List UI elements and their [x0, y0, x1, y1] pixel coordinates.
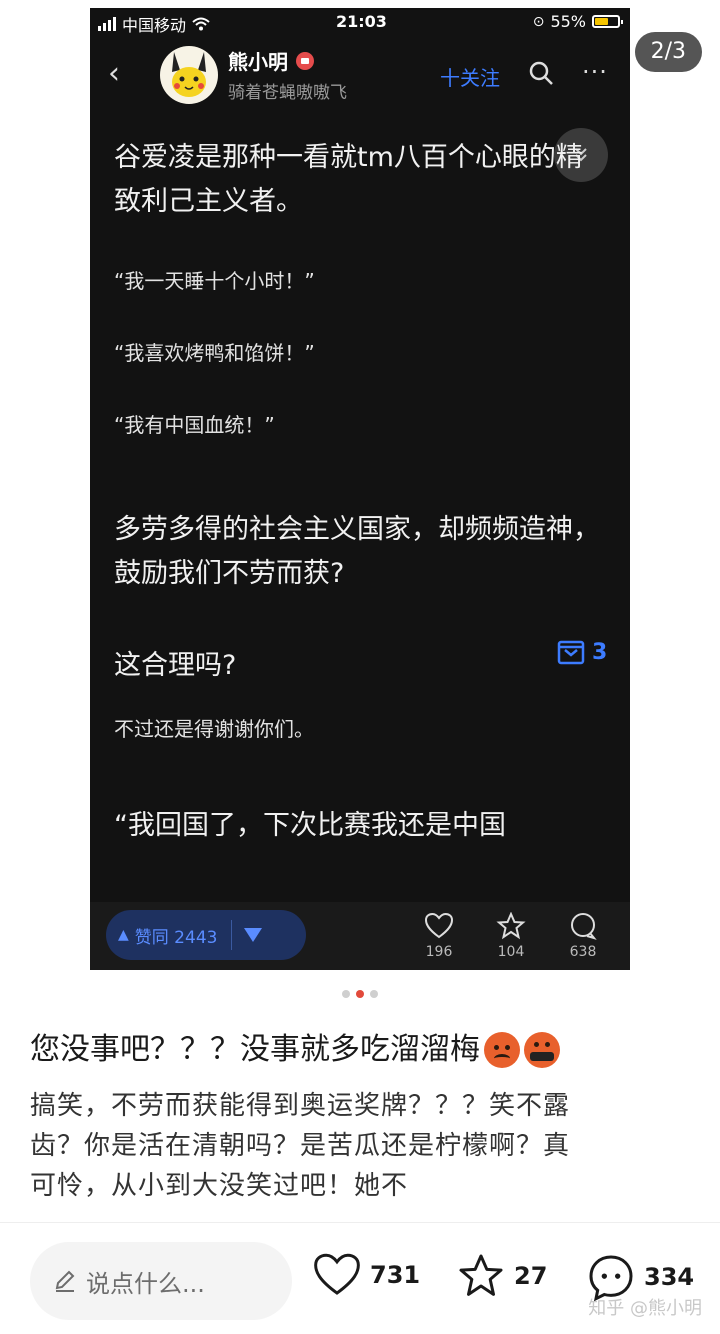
- source-watermark: 知乎 @熊小明: [588, 1298, 702, 1319]
- upvote-label: 赞同 2443: [134, 927, 218, 948]
- follow-button[interactable]: 十关注: [440, 62, 500, 91]
- collection-count: 3: [592, 639, 608, 665]
- downvote-button[interactable]: [244, 928, 263, 942]
- heart-icon: [424, 912, 454, 939]
- star-icon: [496, 912, 526, 940]
- answer-paragraph: 不过还是得谢谢你们。: [114, 717, 314, 741]
- angry-face-icon: [484, 1032, 520, 1068]
- search-icon[interactable]: [528, 60, 554, 86]
- carousel-indicator: [0, 990, 720, 998]
- bottom-action-bar: 说点什么... 731 27 334 知乎 @熊小明: [0, 1236, 720, 1334]
- status-bar: 中国移动 21:03 ⊙ 55%: [90, 8, 630, 38]
- like-button[interactable]: 731: [312, 1252, 420, 1298]
- favorite-count: 104: [497, 944, 525, 960]
- comment-count: 638: [569, 944, 597, 960]
- post-body: 搞笑，不劳而获能得到奥运奖牌？？？笑不露齿？你是活在清朝吗？是苦瓜还是柠檬啊？真…: [30, 1091, 571, 1201]
- comment-bubble-icon: [571, 913, 597, 940]
- answer-paragraph: 这合理吗?: [114, 650, 237, 681]
- image-page-counter: 2/3: [634, 32, 702, 72]
- answer-paragraph: “我回国了，下次比赛我还是中国: [114, 810, 506, 841]
- answer-header: ‹ 熊小明 骑着苍蝇嗷嗷飞 十关注 ···: [90, 38, 630, 108]
- vote-divider: [231, 920, 233, 950]
- pikachu-avatar-icon: [172, 52, 206, 97]
- author-signature: 骑着苍蝇嗷嗷飞: [228, 83, 347, 103]
- answer-paragraph: “我喜欢烤鸭和馅饼！”: [114, 341, 315, 365]
- author-avatar[interactable]: [160, 46, 218, 104]
- comment-count: 334: [644, 1263, 695, 1291]
- vote-control: ▲ 赞同 2443: [106, 910, 306, 960]
- answer-paragraph: “我一天睡十个小时！”: [114, 269, 315, 293]
- comment-action[interactable]: 638: [558, 912, 608, 960]
- battery-percent: 55%: [550, 12, 586, 31]
- wifi-icon: [192, 17, 210, 31]
- post-title: 您没事吧？？？没事就多吃溜溜梅: [30, 1028, 560, 1072]
- answer-action-bar: ▲ 赞同 2443 196 104 638: [90, 902, 630, 970]
- like-action[interactable]: 196: [414, 912, 464, 960]
- author-name: 熊小明: [228, 50, 288, 74]
- answer-paragraph: “我有中国血统！”: [114, 413, 275, 437]
- embedded-screenshot[interactable]: 中国移动 21:03 ⊙ 55% ‹ 熊小明 骑着苍蝇嗷嗷飞 十关注 ··· 谷…: [90, 8, 630, 970]
- carrier-label: 中国移动: [122, 16, 187, 35]
- comment-input[interactable]: 说点什么...: [30, 1242, 292, 1320]
- answer-paragraph: 谷爱凌是那种一看就tm八百个心眼的精致利己主义者。: [114, 142, 583, 217]
- back-arrow-icon[interactable]: ‹: [108, 56, 120, 91]
- like-count: 731: [370, 1261, 421, 1289]
- cursing-face-icon: [524, 1032, 560, 1068]
- favorite-count: 27: [514, 1262, 548, 1290]
- battery-icon: [592, 15, 623, 28]
- author-name-row[interactable]: 熊小明: [228, 46, 314, 75]
- favorite-button[interactable]: 27: [456, 1252, 547, 1300]
- upvote-button[interactable]: ▲ 赞同 2443: [106, 923, 217, 948]
- status-time: 21:03: [336, 12, 387, 31]
- heart-icon: [314, 1253, 360, 1295]
- carousel-dot[interactable]: [342, 990, 350, 998]
- footer-divider: [0, 1222, 720, 1223]
- like-count: 196: [425, 944, 453, 960]
- post-title-text: 您没事吧？？？没事就多吃溜溜梅: [30, 1032, 480, 1067]
- verified-badge-icon: [296, 51, 314, 70]
- answer-paragraph: 多劳多得的社会主义国家，却频频造神，鼓励我们不劳而获?: [114, 514, 600, 589]
- pencil-icon: [55, 1270, 75, 1292]
- carousel-dot[interactable]: [370, 990, 378, 998]
- more-options-icon[interactable]: ···: [582, 58, 608, 86]
- collection-box-icon: [557, 640, 585, 665]
- favorite-collection-button[interactable]: 3: [556, 638, 607, 666]
- signal-icon: [98, 17, 116, 31]
- comment-placeholder: 说点什么...: [86, 1269, 205, 1298]
- rotation-lock-icon: ⊙: [532, 13, 545, 30]
- triangle-up-icon: ▲: [118, 927, 129, 943]
- carousel-dot-active[interactable]: [356, 990, 364, 998]
- star-icon: [459, 1254, 503, 1296]
- favorite-action[interactable]: 104: [486, 912, 536, 960]
- answer-content: 谷爱凌是那种一看就tm八百个心眼的精致利己主义者。 “我一天睡十个小时！” “我…: [114, 136, 604, 848]
